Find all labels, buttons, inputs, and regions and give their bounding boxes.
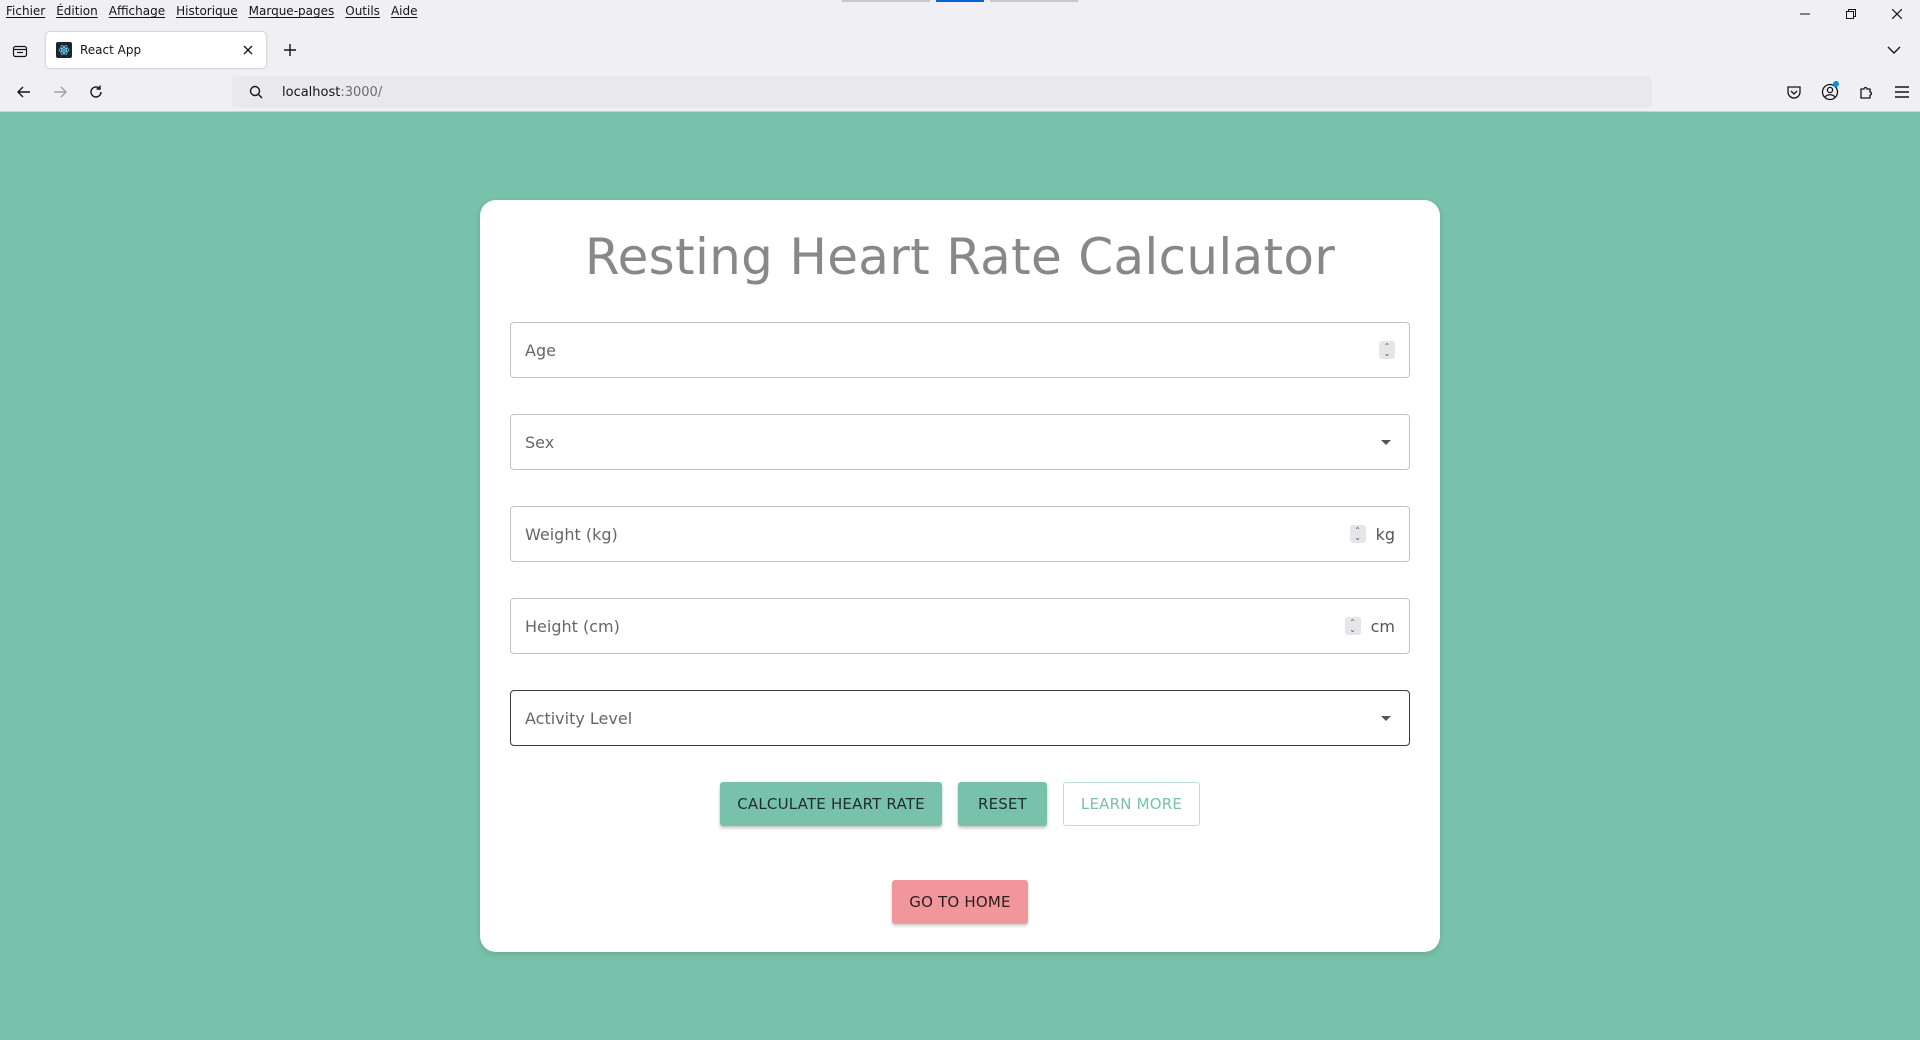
account-button[interactable] — [1812, 80, 1848, 104]
menu-aide[interactable]: Aide — [391, 4, 418, 18]
sex-select[interactable]: Sex — [510, 414, 1410, 470]
forward-button[interactable] — [48, 80, 72, 104]
react-favicon-icon — [56, 42, 72, 58]
menu-historique[interactable]: Historique — [176, 4, 238, 18]
minimize-icon — [1800, 13, 1810, 15]
url-host: localhost — [282, 84, 341, 100]
go-to-home-button[interactable]: GO TO HOME — [892, 880, 1028, 924]
plus-icon — [284, 44, 296, 56]
sex-label: Sex — [525, 432, 555, 452]
weight-unit: kg — [1375, 524, 1395, 544]
drag-indicator-right — [990, 0, 1078, 2]
back-button[interactable] — [12, 80, 36, 104]
list-all-tabs-button[interactable] — [1882, 38, 1906, 62]
url-text: localhost:3000/ — [282, 85, 382, 100]
close-icon — [1892, 9, 1902, 19]
tab-close-button[interactable] — [236, 38, 260, 62]
weight-stepper[interactable]: ⌃ ⌄ — [1349, 525, 1366, 543]
height-unit: cm — [1370, 616, 1395, 636]
close-window-button[interactable] — [1874, 0, 1920, 28]
height-label: Height (cm) — [525, 616, 620, 636]
browser-chrome: Fichier Édition Affichage Historique Mar… — [0, 0, 1920, 112]
pocket-icon — [1787, 86, 1801, 99]
navigation-bar: localhost:3000/ — [0, 72, 1920, 112]
close-icon — [243, 45, 253, 55]
pocket-button[interactable] — [1776, 80, 1812, 104]
age-input[interactable]: Age ⌃ ⌄ — [510, 322, 1410, 378]
weight-input[interactable]: Weight (kg) ⌃ ⌄ kg — [510, 506, 1410, 562]
chevron-down-icon — [1887, 46, 1901, 54]
calculator-card: Resting Heart Rate Calculator Age ⌃ ⌄ Sex… — [480, 200, 1440, 952]
window-controls — [1782, 0, 1920, 28]
app-menu-button[interactable] — [1884, 80, 1920, 104]
tab-title: React App — [80, 43, 142, 57]
toolbar-right — [1776, 80, 1920, 104]
menu-outils[interactable]: Outils — [345, 4, 380, 18]
page-title: Resting Heart Rate Calculator — [584, 228, 1336, 286]
notification-badge — [1833, 81, 1839, 87]
learn-more-button[interactable]: LEARN MORE — [1063, 782, 1200, 826]
height-stepper[interactable]: ⌃ ⌄ — [1344, 617, 1361, 635]
tab-list-icon — [12, 45, 28, 58]
extensions-button[interactable] — [1848, 80, 1884, 104]
reload-button[interactable] — [84, 80, 108, 104]
weight-label: Weight (kg) — [525, 524, 618, 544]
url-port: :3000/ — [340, 84, 383, 100]
extensions-icon — [1860, 86, 1873, 99]
minimize-button[interactable] — [1782, 0, 1828, 28]
menu-affichage[interactable]: Affichage — [109, 4, 165, 18]
height-input[interactable]: Height (cm) ⌃ ⌄ cm — [510, 598, 1410, 654]
calculate-heart-rate-button[interactable]: CALCULATE HEART RATE — [720, 782, 942, 826]
drag-indicator-left — [842, 0, 930, 2]
reset-button[interactable]: RESET — [958, 782, 1047, 826]
back-arrow-icon — [17, 86, 30, 98]
tab-react-app[interactable]: React App — [46, 32, 266, 68]
search-icon — [240, 76, 272, 108]
forward-arrow-icon — [54, 86, 67, 98]
menu-bar: Fichier Édition Affichage Historique Mar… — [0, 0, 1920, 22]
age-label: Age — [525, 340, 556, 360]
activity-level-label: Activity Level — [525, 708, 633, 728]
menu-fichier[interactable]: Fichier — [6, 4, 45, 18]
hamburger-menu-icon — [1895, 86, 1909, 98]
restore-icon — [1846, 9, 1856, 19]
menu-edition[interactable]: Édition — [56, 4, 98, 18]
tab-list-button[interactable] — [8, 39, 32, 63]
drag-indicator-active — [936, 0, 984, 2]
age-stepper[interactable]: ⌃ ⌄ — [1379, 341, 1395, 359]
restore-button[interactable] — [1828, 0, 1874, 28]
new-tab-button[interactable] — [278, 38, 302, 62]
menu-marque-pages[interactable]: Marque-pages — [249, 4, 335, 18]
reload-icon — [90, 85, 102, 98]
tab-bar: React App — [0, 28, 1920, 72]
url-bar[interactable]: localhost:3000/ — [232, 76, 1652, 108]
dropdown-arrow-icon — [1381, 439, 1391, 445]
activity-level-select[interactable]: Activity Level — [510, 690, 1410, 746]
dropdown-arrow-icon — [1381, 715, 1391, 721]
